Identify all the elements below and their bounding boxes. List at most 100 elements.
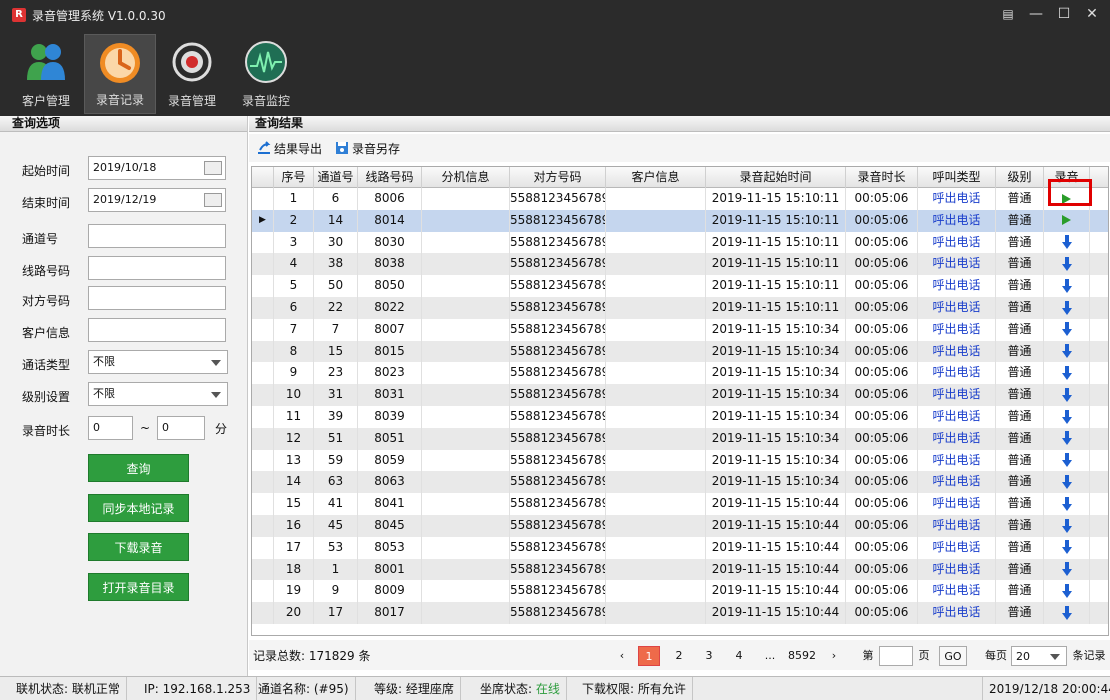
next-page-button[interactable]: ›: [824, 646, 844, 666]
table-row[interactable]: 16 45 8045 5588123456789 2019-11-15 15:10:44…: [252, 515, 1108, 537]
close-button[interactable]: ✕: [1080, 4, 1104, 24]
cell-recording[interactable]: [1044, 558, 1090, 581]
open-recording-folder-button[interactable]: 打开录音目录: [88, 573, 189, 601]
download-arrow-icon[interactable]: [1061, 409, 1072, 424]
export-results-button[interactable]: 结果导出: [257, 140, 322, 157]
cell-call-type[interactable]: 呼出电话: [918, 406, 996, 428]
table-row[interactable]: 13 59 8059 5588123456789 2019-11-15 15:10:34…: [252, 449, 1108, 472]
menu-icon[interactable]: ▤: [996, 4, 1020, 24]
goto-page-input[interactable]: [879, 646, 913, 666]
cell-call-type[interactable]: 呼出电话: [918, 231, 996, 254]
table-row[interactable]: ▶ 2 14 8014 5588123456789 2019-11-15 15:10:11…: [252, 209, 1108, 232]
download-arrow-icon[interactable]: [1061, 453, 1072, 468]
page-button-4[interactable]: 4: [728, 646, 750, 666]
page-button-3[interactable]: 3: [698, 646, 720, 666]
cell-call-type[interactable]: 呼出电话: [918, 427, 996, 450]
cell-call-type[interactable]: 呼出电话: [918, 209, 996, 232]
cell-recording[interactable]: [1044, 340, 1090, 363]
table-row[interactable]: 1 6 8006 5588123456789 2019-11-15 15:10:11 00…: [252, 188, 1108, 210]
download-arrow-icon[interactable]: [1061, 540, 1072, 555]
cell-call-type[interactable]: 呼出电话: [918, 580, 996, 603]
duration-max-input[interactable]: 0: [157, 416, 205, 440]
cell-call-type[interactable]: 呼出电话: [918, 297, 996, 319]
cell-recording[interactable]: [1044, 536, 1090, 559]
cell-call-type[interactable]: 呼出电话: [918, 362, 996, 385]
table-row[interactable]: 9 23 8023 5588123456789 2019-11-15 15:10:34 0…: [252, 362, 1108, 385]
cell-call-type[interactable]: 呼出电话: [918, 515, 996, 537]
cell-recording[interactable]: [1044, 297, 1090, 319]
cell-call-type[interactable]: 呼出电话: [918, 602, 996, 624]
download-arrow-icon[interactable]: [1061, 518, 1072, 533]
cell-call-type[interactable]: 呼出电话: [918, 449, 996, 472]
cell-recording[interactable]: [1044, 449, 1090, 472]
level-select[interactable]: 不限: [88, 382, 228, 406]
table-row[interactable]: 18 1 8001 5588123456789 2019-11-15 15:10:44 0…: [252, 558, 1108, 581]
column-header[interactable]: 对方号码: [510, 167, 606, 188]
module-recording-records[interactable]: 录音记录: [84, 34, 156, 114]
play-icon[interactable]: [1062, 215, 1071, 226]
page-button-last[interactable]: 8592: [786, 646, 818, 666]
cell-call-type[interactable]: 呼出电话: [918, 188, 996, 210]
module-recording-management[interactable]: 录音管理: [156, 34, 228, 114]
download-recording-button[interactable]: 下载录音: [88, 533, 189, 561]
table-row[interactable]: 7 7 8007 5588123456789 2019-11-15 15:10:34 00…: [252, 318, 1108, 341]
table-row[interactable]: 8 15 8015 5588123456789 2019-11-15 15:10:34 0…: [252, 340, 1108, 363]
column-header[interactable]: 线路号码: [358, 167, 422, 188]
column-header[interactable]: 通道号: [314, 167, 358, 188]
download-arrow-icon[interactable]: [1061, 322, 1072, 337]
column-header[interactable]: 呼叫类型: [918, 167, 996, 188]
cell-call-type[interactable]: 呼出电话: [918, 318, 996, 341]
maximize-button[interactable]: ☐: [1052, 4, 1076, 24]
table-row[interactable]: 19 9 8009 5588123456789 2019-11-15 15:10:44 0…: [252, 580, 1108, 603]
page-button-2[interactable]: 2: [668, 646, 690, 666]
download-arrow-icon[interactable]: [1061, 387, 1072, 402]
column-header[interactable]: 分机信息: [422, 167, 510, 188]
prev-page-button[interactable]: ‹: [612, 646, 632, 666]
query-button[interactable]: 查询: [88, 454, 189, 482]
cell-recording[interactable]: [1044, 427, 1090, 450]
start-time-input[interactable]: 2019/10/18: [88, 156, 226, 180]
download-arrow-icon[interactable]: [1061, 431, 1072, 446]
cell-recording[interactable]: [1044, 384, 1090, 406]
table-row[interactable]: 6 22 8022 5588123456789 2019-11-15 15:10:11 0…: [252, 297, 1108, 319]
download-arrow-icon[interactable]: [1061, 605, 1072, 620]
go-button[interactable]: GO: [939, 646, 967, 666]
cell-recording[interactable]: [1044, 471, 1090, 494]
download-arrow-icon[interactable]: [1061, 583, 1072, 598]
table-row[interactable]: 12 51 8051 5588123456789 2019-11-15 15:10:34…: [252, 427, 1108, 450]
page-button-1[interactable]: 1: [638, 646, 660, 666]
calendar-icon[interactable]: [204, 193, 222, 207]
cell-recording[interactable]: [1044, 515, 1090, 537]
column-header[interactable]: 录音起始时间: [706, 167, 846, 188]
table-row[interactable]: 20 17 8017 5588123456789 2019-11-15 15:10:44…: [252, 602, 1108, 624]
table-row[interactable]: 4 38 8038 5588123456789 2019-11-15 15:10:11 0…: [252, 253, 1108, 276]
download-arrow-icon[interactable]: [1061, 474, 1072, 489]
cell-call-type[interactable]: 呼出电话: [918, 536, 996, 559]
download-arrow-icon[interactable]: [1061, 562, 1072, 577]
column-header[interactable]: 序号: [274, 167, 314, 188]
peer-number-input[interactable]: [88, 286, 226, 310]
cell-recording[interactable]: [1044, 580, 1090, 603]
customer-info-input[interactable]: [88, 318, 226, 342]
download-arrow-icon[interactable]: [1061, 344, 1072, 359]
sync-local-records-button[interactable]: 同步本地记录: [88, 494, 189, 522]
cell-recording[interactable]: [1044, 493, 1090, 515]
calendar-icon[interactable]: [204, 161, 222, 175]
column-header[interactable]: 录音时长: [846, 167, 918, 188]
cell-recording[interactable]: [1044, 209, 1090, 232]
table-row[interactable]: 15 41 8041 5588123456789 2019-11-15 15:10:44…: [252, 493, 1108, 515]
cell-call-type[interactable]: 呼出电话: [918, 384, 996, 406]
cell-call-type[interactable]: 呼出电话: [918, 493, 996, 515]
cell-call-type[interactable]: 呼出电话: [918, 253, 996, 276]
download-arrow-icon[interactable]: [1061, 278, 1072, 293]
table-row[interactable]: 10 31 8031 5588123456789 2019-11-15 15:10:34…: [252, 384, 1108, 406]
cell-recording[interactable]: [1044, 275, 1090, 297]
download-arrow-icon[interactable]: [1061, 235, 1072, 250]
channel-input[interactable]: [88, 224, 226, 248]
table-row[interactable]: 17 53 8053 5588123456789 2019-11-15 15:10:44…: [252, 536, 1108, 559]
cell-call-type[interactable]: 呼出电话: [918, 471, 996, 494]
cell-recording[interactable]: [1044, 318, 1090, 341]
column-header[interactable]: 级别: [996, 167, 1044, 188]
duration-min-input[interactable]: 0: [88, 416, 133, 440]
module-customer-management[interactable]: 客户管理: [10, 34, 82, 114]
